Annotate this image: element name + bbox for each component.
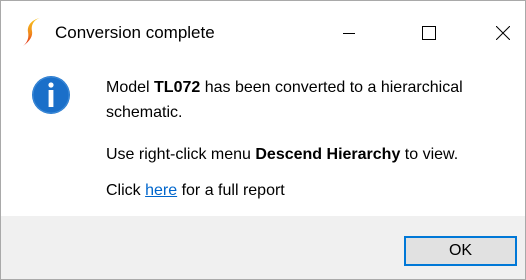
conversion-complete-dialog: Conversion complete Model TL072 has been… bbox=[0, 0, 526, 280]
message-text: Click bbox=[106, 182, 146, 199]
message-text: for a full report bbox=[177, 182, 285, 199]
message-line-3: Click here for a full report bbox=[106, 180, 285, 202]
message-text: schematic. bbox=[106, 104, 183, 121]
ok-button[interactable]: OK bbox=[404, 236, 517, 266]
full-report-link[interactable]: here bbox=[145, 182, 177, 199]
close-button[interactable] bbox=[473, 1, 526, 65]
message-line-2: Use right-click menu Descend Hierarchy t… bbox=[106, 144, 458, 166]
message-text: to view. bbox=[400, 146, 459, 163]
minimize-icon bbox=[343, 33, 355, 34]
message-line-1-continued: schematic. bbox=[106, 102, 182, 124]
info-icon bbox=[32, 76, 70, 114]
maximize-icon bbox=[422, 26, 436, 40]
minimize-button[interactable] bbox=[319, 1, 379, 65]
window-title: Conversion complete bbox=[55, 23, 215, 42]
menu-item-name: Descend Hierarchy bbox=[255, 146, 401, 163]
message-area: Model TL072 has been converted to a hier… bbox=[1, 65, 525, 216]
message-text: Model bbox=[106, 79, 155, 96]
message-text: Use right-click menu bbox=[106, 146, 256, 163]
simetrix-logo-icon bbox=[23, 18, 40, 46]
message-text: has been converted to a hierarchical bbox=[200, 79, 463, 96]
message-line-1: Model TL072 has been converted to a hier… bbox=[106, 77, 463, 99]
close-icon bbox=[496, 26, 510, 40]
maximize-button[interactable] bbox=[399, 1, 459, 65]
title-bar[interactable]: Conversion complete bbox=[1, 1, 525, 65]
button-bar: OK bbox=[1, 216, 525, 279]
model-name: TL072 bbox=[154, 79, 201, 96]
